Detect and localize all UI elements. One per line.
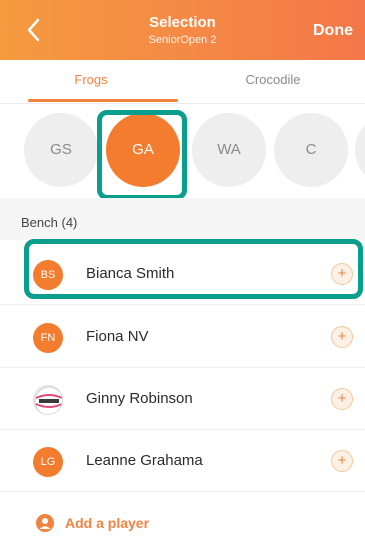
position-wa[interactable]: WA	[192, 113, 266, 187]
player-row[interactable]: Ginny Robinson +	[0, 368, 365, 430]
person-icon	[36, 514, 54, 532]
avatar: FN	[33, 323, 63, 353]
add-to-position-button[interactable]: +	[331, 263, 353, 285]
page-subtitle: SeniorOpen 2	[148, 34, 217, 46]
avatar: BS	[33, 260, 63, 290]
position-next[interactable]	[355, 113, 365, 187]
add-to-position-button[interactable]: +	[331, 388, 353, 410]
position-ga[interactable]: GA	[106, 113, 180, 187]
position-c[interactable]: C	[274, 113, 348, 187]
player-name: Fiona NV	[86, 328, 149, 345]
bench-label: Bench	[21, 215, 58, 230]
player-row[interactable]: BS Bianca Smith +	[0, 243, 365, 305]
active-tab-indicator	[28, 99, 178, 102]
add-player-button[interactable]: Add a player	[0, 492, 365, 553]
position-gs[interactable]: GS	[24, 113, 98, 187]
team-tabs: Frogs Crocodile	[0, 60, 365, 104]
done-button[interactable]: Done	[313, 22, 353, 40]
player-name: Leanne Grahama	[86, 452, 203, 469]
add-to-position-button[interactable]: +	[331, 326, 353, 348]
player-row[interactable]: LG Leanne Grahama +	[0, 430, 365, 492]
bench-count: (4)	[61, 215, 78, 230]
add-player-label: Add a player	[65, 515, 150, 531]
tab-crocodile[interactable]: Crocodile	[182, 60, 364, 104]
player-row[interactable]: FN Fiona NV +	[0, 306, 365, 368]
netball-icon	[33, 385, 63, 415]
page-title: Selection	[149, 14, 216, 31]
tab-frogs[interactable]: Frogs	[0, 60, 182, 104]
avatar: LG	[33, 447, 63, 477]
header-bar: Selection SeniorOpen 2 Done	[0, 0, 365, 60]
bench-header: Bench (4)	[0, 198, 365, 240]
player-name: Ginny Robinson	[86, 390, 193, 407]
player-name: Bianca Smith	[86, 265, 175, 282]
position-selector: GS GA WA C	[0, 104, 365, 198]
add-to-position-button[interactable]: +	[331, 450, 353, 472]
